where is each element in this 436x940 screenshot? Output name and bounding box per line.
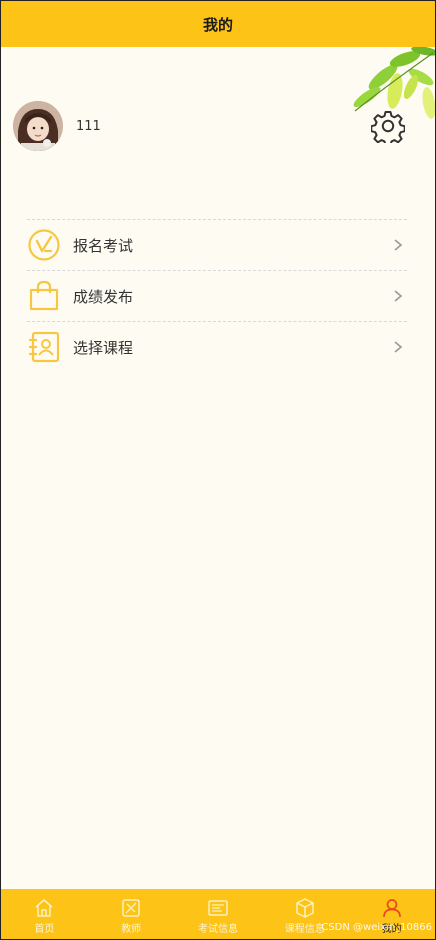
shopping-bag-icon [29,280,59,311]
menu-item-label: 成绩发布 [73,287,134,306]
tab-home[interactable]: 首页 [1,889,88,939]
chevron-right-icon [394,341,403,353]
tab-label: 教师 [121,924,142,935]
app-frame: 我的 111 报名考试 成绩发布 选择课程 首页 教师 考试信息 课程信息 我的… [0,0,436,940]
page-title: 我的 [202,15,233,34]
menu-item-label: 报名考试 [73,236,134,255]
top-bar: 我的 [1,1,435,47]
profile-section: 111 [13,101,101,151]
bottom-tab-bar: 首页 教师 考试信息 课程信息 我的 [1,889,435,939]
gear-icon[interactable] [371,109,405,143]
teacher-icon [122,899,140,917]
contact-book-icon [28,331,60,363]
tab-label: 考试信息 [197,924,238,935]
tab-label: 首页 [34,924,55,935]
chevron-right-icon [394,239,403,251]
avatar[interactable] [13,101,63,151]
menu-item-score-release[interactable]: 成绩发布 [27,270,407,321]
tab-mine[interactable]: 我的 [348,889,435,939]
signup-check-icon [28,229,60,261]
menu-item-choose-course[interactable]: 选择课程 [27,321,407,372]
tab-label: 课程信息 [284,924,325,935]
exam-info-icon [208,900,228,916]
tab-course-info[interactable]: 课程信息 [261,889,348,939]
tab-label: 我的 [381,924,402,935]
chevron-right-icon [394,290,403,302]
menu-list: 报名考试 成绩发布 选择课程 [27,219,407,372]
person-icon [382,899,401,918]
tab-teacher[interactable]: 教师 [88,889,175,939]
avatar-image [13,101,63,151]
menu-item-signup-exam[interactable]: 报名考试 [27,219,407,270]
course-box-icon [296,898,314,918]
menu-item-label: 选择课程 [73,338,134,357]
tab-exam-info[interactable]: 考试信息 [175,889,262,939]
home-icon [35,899,53,917]
username: 111 [76,118,101,134]
